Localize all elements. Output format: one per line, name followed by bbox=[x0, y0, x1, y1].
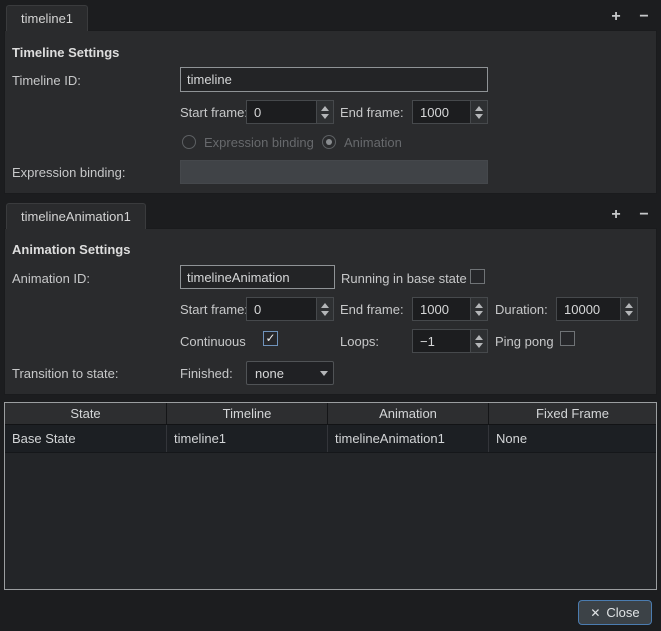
running-in-base-state-label: Running in base state bbox=[341, 271, 467, 286]
spin-down-icon[interactable] bbox=[475, 113, 483, 119]
expression-binding-input bbox=[180, 160, 488, 184]
radio-dot-icon bbox=[326, 139, 332, 145]
timeline-settings-dialog: timeline1 + − Timeline Settings Timeline… bbox=[0, 0, 661, 631]
animation-id-label: Animation ID: bbox=[12, 271, 91, 286]
spin-down-icon[interactable] bbox=[475, 310, 483, 316]
finished-label: Finished: bbox=[180, 366, 233, 381]
spin-arrows[interactable] bbox=[470, 101, 487, 123]
spin-arrows[interactable] bbox=[316, 298, 333, 320]
continuous-checkbox[interactable]: ✓ bbox=[263, 331, 278, 346]
animation-settings-title: Animation Settings bbox=[12, 242, 131, 257]
spin-up-icon[interactable] bbox=[321, 302, 329, 308]
spin-down-icon[interactable] bbox=[475, 342, 483, 348]
chevron-down-icon bbox=[315, 370, 333, 376]
timeline-settings-title: Timeline Settings bbox=[12, 45, 120, 60]
expression-binding-label: Expression binding: bbox=[12, 165, 126, 180]
cell-timeline[interactable]: timeline1 bbox=[167, 425, 328, 452]
check-icon: ✓ bbox=[265, 331, 276, 345]
finished-state-dropdown[interactable]: none bbox=[246, 361, 334, 385]
timeline-id-input[interactable] bbox=[180, 67, 488, 92]
animation-start-frame-spinbox[interactable]: 0 bbox=[246, 297, 334, 321]
spin-down-icon[interactable] bbox=[321, 113, 329, 119]
states-table[interactable]: State Timeline Animation Fixed Frame Bas… bbox=[4, 402, 657, 590]
expression-binding-radio-label: Expression binding bbox=[204, 135, 314, 150]
animation-id-input[interactable] bbox=[180, 265, 335, 289]
timeline-end-frame-value[interactable]: 1000 bbox=[413, 101, 470, 123]
timeline-start-frame-value[interactable]: 0 bbox=[247, 101, 316, 123]
add-timeline-button[interactable]: + bbox=[605, 7, 627, 27]
expression-binding-radio bbox=[182, 135, 196, 149]
cell-animation[interactable]: timelineAnimation1 bbox=[328, 425, 489, 452]
spin-up-icon[interactable] bbox=[625, 302, 633, 308]
timeline-start-frame-spinbox[interactable]: 0 bbox=[246, 100, 334, 124]
ping-pong-label: Ping pong bbox=[495, 334, 554, 349]
spin-down-icon[interactable] bbox=[321, 310, 329, 316]
column-header-timeline[interactable]: Timeline bbox=[167, 403, 328, 424]
timeline-end-frame-spinbox[interactable]: 1000 bbox=[412, 100, 488, 124]
animation-end-frame-value[interactable]: 1000 bbox=[413, 298, 470, 320]
animation-radio-label: Animation bbox=[344, 135, 402, 150]
column-header-fixed-frame[interactable]: Fixed Frame bbox=[489, 403, 656, 424]
remove-timeline-button[interactable]: − bbox=[633, 7, 655, 27]
spin-arrows[interactable] bbox=[470, 330, 487, 352]
animation-radio bbox=[322, 135, 336, 149]
timeline-start-frame-label: Start frame: bbox=[180, 105, 248, 120]
finished-state-value: none bbox=[255, 365, 284, 381]
close-icon: ✕ bbox=[590, 605, 601, 620]
column-header-state[interactable]: State bbox=[5, 403, 167, 424]
cell-fixed-frame[interactable]: None bbox=[489, 425, 656, 452]
spin-up-icon[interactable] bbox=[321, 105, 329, 111]
spin-up-icon[interactable] bbox=[475, 105, 483, 111]
duration-value[interactable]: 10000 bbox=[557, 298, 620, 320]
column-header-animation[interactable]: Animation bbox=[328, 403, 489, 424]
cell-state[interactable]: Base State bbox=[5, 425, 167, 452]
tab-timelineanimation1[interactable]: timelineAnimation1 bbox=[6, 203, 146, 229]
states-table-header: State Timeline Animation Fixed Frame bbox=[5, 403, 656, 425]
close-button-label: Close bbox=[606, 605, 640, 620]
loops-label: Loops: bbox=[340, 334, 380, 349]
running-in-base-state-checkbox[interactable] bbox=[470, 269, 485, 284]
animation-end-frame-spinbox[interactable]: 1000 bbox=[412, 297, 488, 321]
timeline-id-label: Timeline ID: bbox=[12, 73, 81, 88]
continuous-label: Continuous bbox=[180, 334, 246, 349]
loops-value[interactable]: −1 bbox=[413, 330, 470, 352]
ping-pong-checkbox[interactable] bbox=[560, 331, 575, 346]
spin-down-icon[interactable] bbox=[625, 310, 633, 316]
loops-spinbox[interactable]: −1 bbox=[412, 329, 488, 353]
spin-up-icon[interactable] bbox=[475, 334, 483, 340]
add-animation-button[interactable]: + bbox=[605, 205, 627, 225]
animation-end-frame-label: End frame: bbox=[340, 302, 404, 317]
spin-arrows[interactable] bbox=[620, 298, 637, 320]
remove-animation-button[interactable]: − bbox=[633, 205, 655, 225]
animation-start-frame-value[interactable]: 0 bbox=[247, 298, 316, 320]
duration-spinbox[interactable]: 10000 bbox=[556, 297, 638, 321]
duration-label: Duration: bbox=[495, 302, 548, 317]
spin-up-icon[interactable] bbox=[475, 302, 483, 308]
table-row[interactable]: Base State timeline1 timelineAnimation1 … bbox=[5, 425, 656, 453]
spin-arrows[interactable] bbox=[470, 298, 487, 320]
transition-to-state-label: Transition to state: bbox=[12, 366, 119, 381]
spin-arrows[interactable] bbox=[316, 101, 333, 123]
timeline-end-frame-label: End frame: bbox=[340, 105, 404, 120]
close-button[interactable]: ✕ Close bbox=[578, 600, 652, 625]
animation-start-frame-label: Start frame: bbox=[180, 302, 248, 317]
tab-timeline1[interactable]: timeline1 bbox=[6, 5, 89, 31]
